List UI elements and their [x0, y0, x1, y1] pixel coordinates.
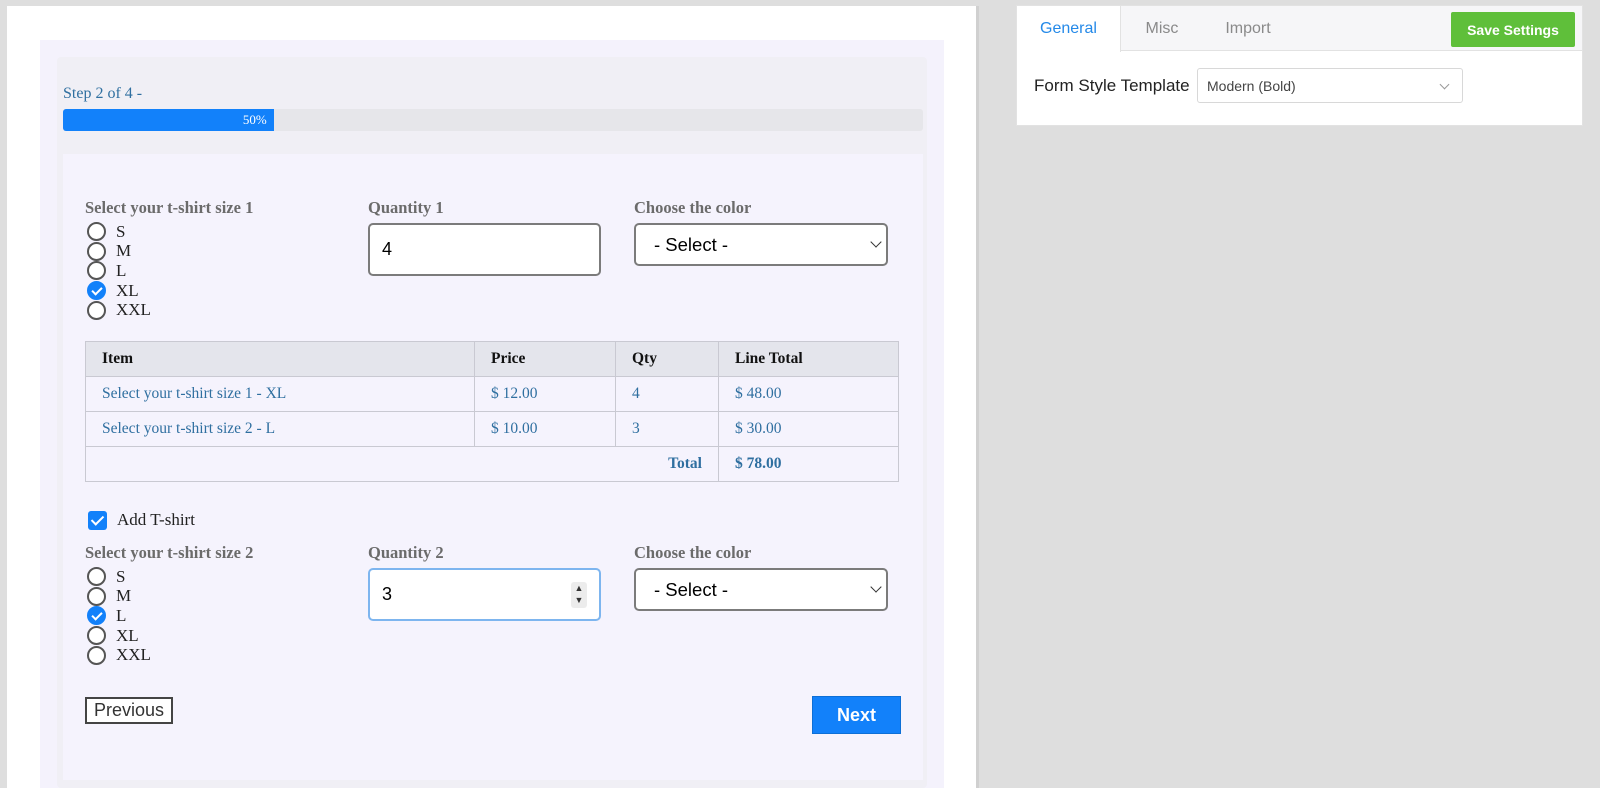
progress-fill: 50% [63, 109, 274, 131]
total-value: $ 78.00 [718, 446, 899, 482]
column-header: Qty [615, 341, 719, 377]
check-icon [88, 510, 107, 530]
form-card: Step 2 of 4 - 50% Select your t-shirt si… [57, 57, 927, 788]
size-radio-option[interactable]: XXL [87, 645, 151, 665]
tab-general[interactable]: General [1017, 6, 1121, 52]
chevron-down-icon [1439, 79, 1450, 90]
template-select[interactable]: Modern (Bold) [1197, 68, 1463, 103]
size-radio-option[interactable]: XL [87, 626, 151, 646]
table-cell: $ 12.00 [474, 376, 616, 412]
size-label-1: Select your t-shirt size 1 [85, 198, 254, 217]
tab-misc[interactable]: Misc [1121, 6, 1203, 51]
tab-import[interactable]: Import [1203, 6, 1293, 51]
size-option-label: L [116, 260, 127, 280]
chevron-down-icon [870, 236, 882, 248]
table-cell: 4 [615, 376, 719, 412]
settings-tabs: General Misc Import Save Settings [1017, 6, 1582, 52]
size-radio-group-2: S M L XL XXL [87, 567, 151, 665]
color-select-value-2: - Select - [654, 578, 729, 600]
check-circle-icon [87, 606, 106, 626]
add-tshirt-label: Add T-shirt [117, 510, 195, 529]
form-preview-panel: Step 2 of 4 - 50% Select your t-shirt si… [7, 6, 979, 788]
size-radio-option[interactable]: XXL [87, 300, 151, 320]
size-option-label: M [116, 241, 132, 261]
order-summary-table: Item Price Qty Line Total Select your t-… [85, 341, 899, 482]
next-button[interactable]: Next [812, 696, 901, 734]
size-option-label: M [116, 586, 132, 606]
quantity-input-1[interactable]: 4 [368, 223, 601, 276]
size-option-label: XXL [116, 645, 151, 665]
radio-circle-icon [87, 222, 106, 242]
column-header: Item [85, 341, 475, 377]
table-cell: $ 30.00 [718, 411, 899, 447]
form-body: Select your t-shirt size 1 S M L XL XXL Quan… [63, 154, 923, 780]
total-label: Total [85, 446, 719, 482]
radio-circle-icon [87, 241, 106, 261]
color-label-2: Choose the color [634, 543, 752, 562]
size-option-label: L [116, 605, 127, 625]
radio-circle-icon [87, 567, 106, 587]
size-option-label: XL [116, 280, 139, 300]
radio-circle-icon [87, 645, 106, 665]
size-radio-option[interactable]: M [87, 241, 151, 262]
color-select-value-1: - Select - [654, 233, 729, 255]
color-label-1: Choose the color [634, 198, 752, 217]
table-cell: Select your t-shirt size 2 - L [85, 411, 475, 447]
table-cell: Select your t-shirt size 1 - XL [85, 376, 475, 412]
size-radio-option[interactable]: M [87, 586, 151, 607]
table-row: Select your t-shirt size 1 - XL $ 12.00 … [85, 376, 899, 412]
column-header: Line Total [718, 341, 899, 377]
radio-circle-icon [87, 626, 106, 646]
size-option-label: XL [116, 625, 139, 645]
spin-arrows-icon[interactable]: ▲ ▼ [571, 582, 587, 608]
add-tshirt-checkbox[interactable]: Add T-shirt [88, 510, 195, 530]
table-total-row: Total $ 78.00 [85, 446, 899, 482]
quantity-value-1: 4 [382, 239, 393, 259]
color-select-1[interactable]: - Select - [634, 223, 888, 266]
quantity-value-2: 3 [382, 584, 393, 604]
radio-circle-icon [87, 300, 106, 320]
previous-button[interactable]: Previous [85, 697, 173, 724]
template-select-value: Modern (Bold) [1207, 77, 1296, 94]
radio-circle-icon [87, 261, 106, 281]
size-radio-group-1: S M L XL XXL [87, 222, 151, 320]
step-indicator: Step 2 of 4 - [63, 85, 143, 102]
size-label-2: Select your t-shirt size 2 [85, 543, 254, 562]
table-cell: $ 10.00 [474, 411, 616, 447]
size-radio-option[interactable]: L [87, 261, 151, 281]
column-header: Price [474, 341, 616, 377]
progress-bar: 50% [63, 109, 923, 131]
size-radio-option[interactable]: L [87, 606, 151, 626]
size-radio-option[interactable]: XL [87, 281, 151, 301]
size-option-label: S [116, 566, 126, 586]
check-circle-icon [87, 281, 106, 301]
form-wrapper: Step 2 of 4 - 50% Select your t-shirt si… [40, 40, 944, 788]
size-radio-option[interactable]: S [87, 567, 151, 587]
quantity-label-1: Quantity 1 [368, 198, 444, 217]
table-row: Select your t-shirt size 2 - L $ 10.00 3… [85, 411, 899, 447]
chevron-down-icon [870, 581, 882, 593]
table-cell: 3 [615, 411, 719, 447]
color-select-2[interactable]: - Select - [634, 568, 888, 611]
template-label: Form Style Template [1034, 76, 1190, 95]
save-settings-button[interactable]: Save Settings [1451, 12, 1575, 47]
settings-panel: General Misc Import Save Settings Form S… [1016, 5, 1583, 126]
size-radio-option[interactable]: S [87, 222, 151, 242]
radio-circle-icon [87, 586, 106, 606]
size-option-label: S [116, 221, 126, 241]
quantity-input-2[interactable]: 3 ▲ ▼ [368, 568, 601, 621]
size-option-label: XXL [116, 300, 151, 320]
table-cell: $ 48.00 [718, 376, 899, 412]
quantity-label-2: Quantity 2 [368, 543, 444, 562]
table-header-row: Item Price Qty Line Total [85, 341, 899, 377]
